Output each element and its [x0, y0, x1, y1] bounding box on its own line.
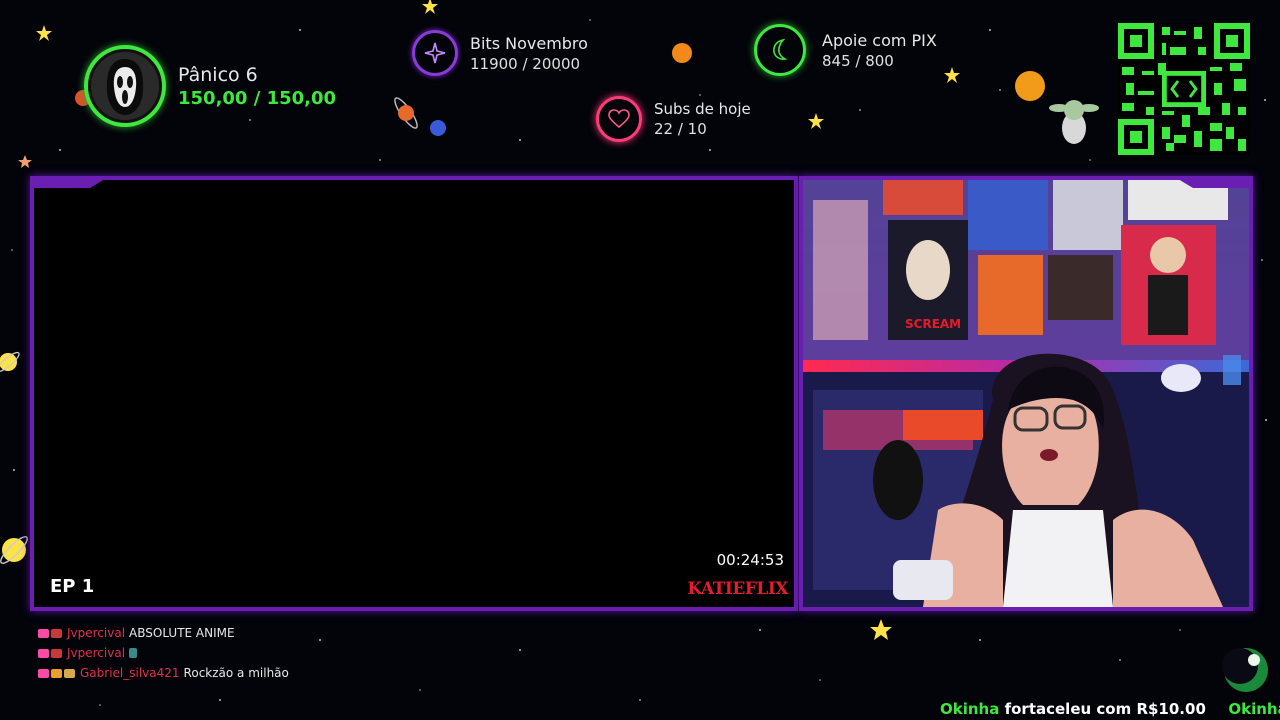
sub-badge-icon: [51, 628, 62, 638]
ticker-text: fortaceleu com R$10.00: [1004, 700, 1206, 718]
chat-text: ABSOLUTE ANIME: [129, 626, 235, 640]
ticker-name: Okinha: [940, 700, 1000, 718]
subs-goal-ring: [596, 96, 642, 142]
emote-icon: [129, 648, 138, 658]
heart-badge-icon: [38, 668, 49, 678]
chat-text: Rockzão a milhão: [183, 666, 289, 680]
main-goal-progress: 150,00 / 150,00: [178, 87, 337, 109]
bits-goal-ring: [412, 30, 458, 76]
pix-goal-widget: Apoie com PIX 845 / 800: [754, 24, 937, 76]
ghostface-icon: [91, 52, 159, 120]
heart-badge-icon: [38, 648, 49, 658]
subs-goal-progress: 22 / 10: [654, 120, 707, 138]
ticker-name: Okinha: [1228, 700, 1280, 718]
sparkle-icon: [424, 42, 446, 64]
pix-qr-code: [1118, 23, 1250, 155]
alerts-ticker: Okinha fortaceleu com R$10.00 Okinha for…: [940, 700, 1280, 720]
sub-badge-icon: [51, 648, 62, 658]
bits-goal-title: Bits Novembro: [470, 33, 588, 53]
webcam-frame: SCREAM: [799, 176, 1253, 611]
heart-badge-icon: [38, 628, 49, 638]
pix-goal-progress: 845 / 800: [822, 51, 894, 70]
chat-username: Jvpercival: [67, 626, 126, 640]
chat-username: Jvpercival: [67, 646, 126, 660]
chat-message: Jvpercival: [38, 643, 289, 663]
chat-overlay: Jvpercival ABSOLUTE ANIME Jvpercival Gab…: [38, 623, 289, 683]
svg-text:SCREAM: SCREAM: [905, 317, 961, 331]
video-player-frame[interactable]: EP 1 00:24:53 KATIEFLIX: [30, 176, 798, 611]
katieflix-logo: KATIEFLIX: [687, 579, 788, 599]
ghostface-avatar: [84, 45, 166, 127]
episode-label: EP 1: [50, 576, 95, 597]
main-goal-widget: Pânico 6 150,00 / 150,00: [84, 45, 336, 127]
chat-username: Gabriel_silva421: [80, 666, 180, 680]
chat-message: Jvpercival ABSOLUTE ANIME: [38, 623, 289, 643]
video-timer: 00:24:53: [716, 551, 784, 569]
moon-icon: [773, 38, 788, 60]
frame-corner-accent: [1179, 180, 1249, 188]
chat-message: Gabriel_silva421 Rockzão a milhão: [38, 663, 289, 683]
bits-goal-progress: 11900 / 20000: [470, 54, 581, 73]
webcam-feed: SCREAM: [803, 180, 1249, 607]
gift-badge-icon: [51, 668, 62, 678]
subs-goal-widget: Subs de hoje 22 / 10: [596, 96, 751, 142]
pix-goal-title: Apoie com PIX: [822, 30, 937, 50]
heart-icon: [608, 109, 630, 129]
bits-badge-icon: [64, 668, 75, 678]
pix-goal-ring: [754, 24, 806, 76]
subs-goal-title: Subs de hoje: [654, 100, 751, 118]
frame-corner-accent: [30, 176, 110, 188]
bits-goal-widget: Bits Novembro 11900 / 20000: [412, 30, 588, 76]
main-goal-title: Pânico 6: [178, 63, 258, 86]
